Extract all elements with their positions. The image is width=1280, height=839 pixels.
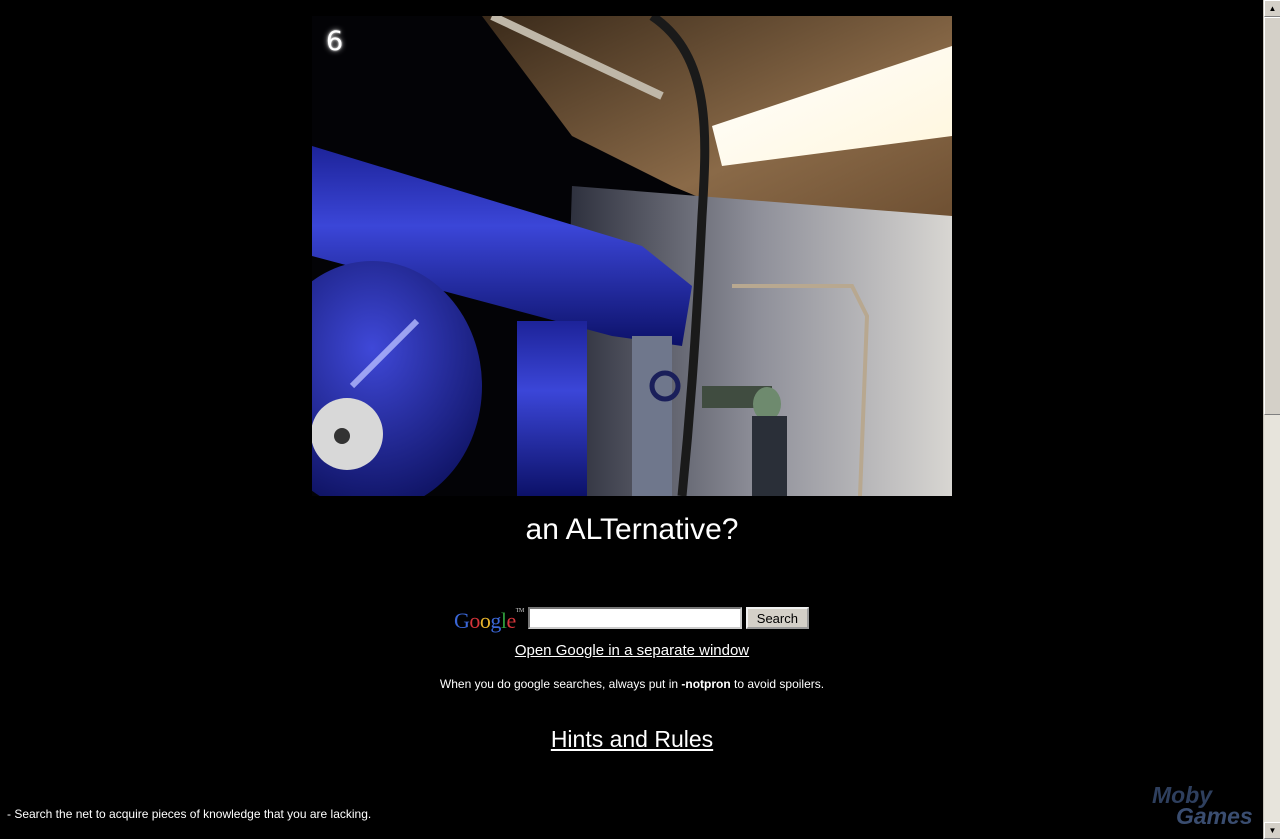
mobygames-watermark: Moby Games	[1152, 782, 1253, 829]
footer-tip: - Search the net to acquire pieces of kn…	[7, 807, 372, 821]
google-search-form: GoogleTM Search	[454, 605, 809, 633]
google-logo: GoogleTM	[454, 607, 524, 633]
level-title: an ALTernative?	[525, 513, 739, 546]
level-image: 6	[312, 16, 952, 496]
scrollbar-thumb[interactable]	[1264, 17, 1280, 415]
vertical-scrollbar[interactable]: ▲ ▼	[1263, 0, 1280, 839]
scroll-down-arrow-icon[interactable]: ▼	[1264, 822, 1280, 839]
basement-pipes-photo	[312, 16, 952, 496]
scroll-up-arrow-icon[interactable]: ▲	[1264, 0, 1280, 17]
page: 6 an ALTernative? GoogleTM Search Open G…	[0, 0, 1280, 839]
search-input[interactable]	[527, 607, 742, 629]
notpron-keyword: -notpron	[681, 677, 731, 691]
level-number: 6	[326, 26, 344, 57]
search-button[interactable]: Search	[745, 607, 809, 629]
spoiler-notice: When you do google searches, always put …	[439, 677, 825, 691]
open-google-link[interactable]: Open Google in a separate window	[515, 642, 749, 659]
hints-and-rules-link[interactable]: Hints and Rules	[551, 726, 713, 752]
